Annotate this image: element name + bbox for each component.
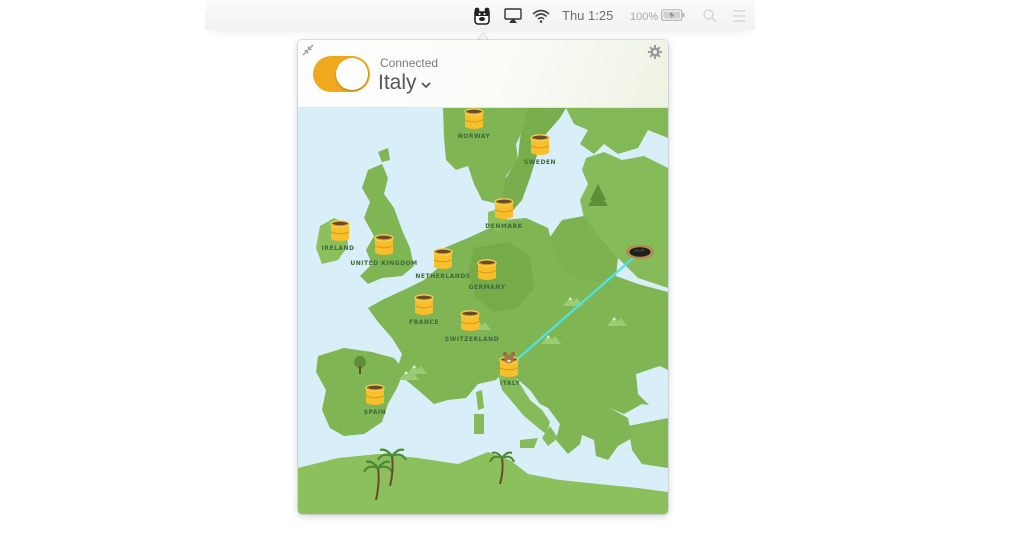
battery-percentage: 100% xyxy=(630,11,659,23)
tunnel-spain[interactable]: SPAIN xyxy=(364,384,387,416)
desktop: Thu 1:25 100% Connected Italy NORWAY SWE… xyxy=(0,0,1024,538)
tunnel-label-switzerland: SWITZERLAND xyxy=(445,336,499,343)
tunnel-label-united-kingdom: UNITED KINGDOM xyxy=(350,260,417,267)
selected-country[interactable]: Italy xyxy=(378,71,417,95)
tunnelbear-popover: Connected Italy NORWAY SWEDEN DENMARK IR… xyxy=(298,40,668,514)
user-location-hole-icon xyxy=(626,245,654,259)
wifi-icon[interactable] xyxy=(531,7,551,25)
tunnel-label-netherlands: NETHERLANDS xyxy=(415,273,470,280)
airplay-icon[interactable] xyxy=(504,7,522,25)
tunnel-label-france: FRANCE xyxy=(409,319,439,326)
gear-icon[interactable] xyxy=(648,45,662,59)
tunnel-label-spain: SPAIN xyxy=(364,409,387,416)
menu-bar: Thu 1:25 100% xyxy=(205,0,755,30)
toggle-knob[interactable] xyxy=(336,58,368,90)
spotlight-search-icon[interactable] xyxy=(702,7,718,25)
tunnel-label-italy: ITALY xyxy=(500,380,520,387)
tunnel-label-norway: NORWAY xyxy=(458,133,491,140)
country-selector[interactable]: Italy xyxy=(378,70,432,96)
battery-charging-icon[interactable] xyxy=(661,9,685,21)
chevron-down-icon[interactable] xyxy=(420,79,432,91)
popover-header: Connected Italy xyxy=(298,40,668,108)
connection-toggle[interactable] xyxy=(313,56,370,92)
collapse-arrows-icon[interactable] xyxy=(302,44,314,56)
tunnel-label-ireland: IRELAND xyxy=(322,245,355,252)
tunnel-label-sweden: SWEDEN xyxy=(524,159,556,166)
tunnel-label-denmark: DENMARK xyxy=(485,223,522,230)
menubar-clock[interactable]: Thu 1:25 xyxy=(562,7,613,25)
tunnelbear-menubar-icon[interactable] xyxy=(472,6,492,26)
tunnel-label-germany: GERMANY xyxy=(468,284,505,291)
notification-center-icon[interactable] xyxy=(731,7,747,25)
europe-map: NORWAY SWEDEN DENMARK IRELAND UNITED KIN… xyxy=(298,108,668,514)
connection-status: Connected xyxy=(380,56,439,70)
